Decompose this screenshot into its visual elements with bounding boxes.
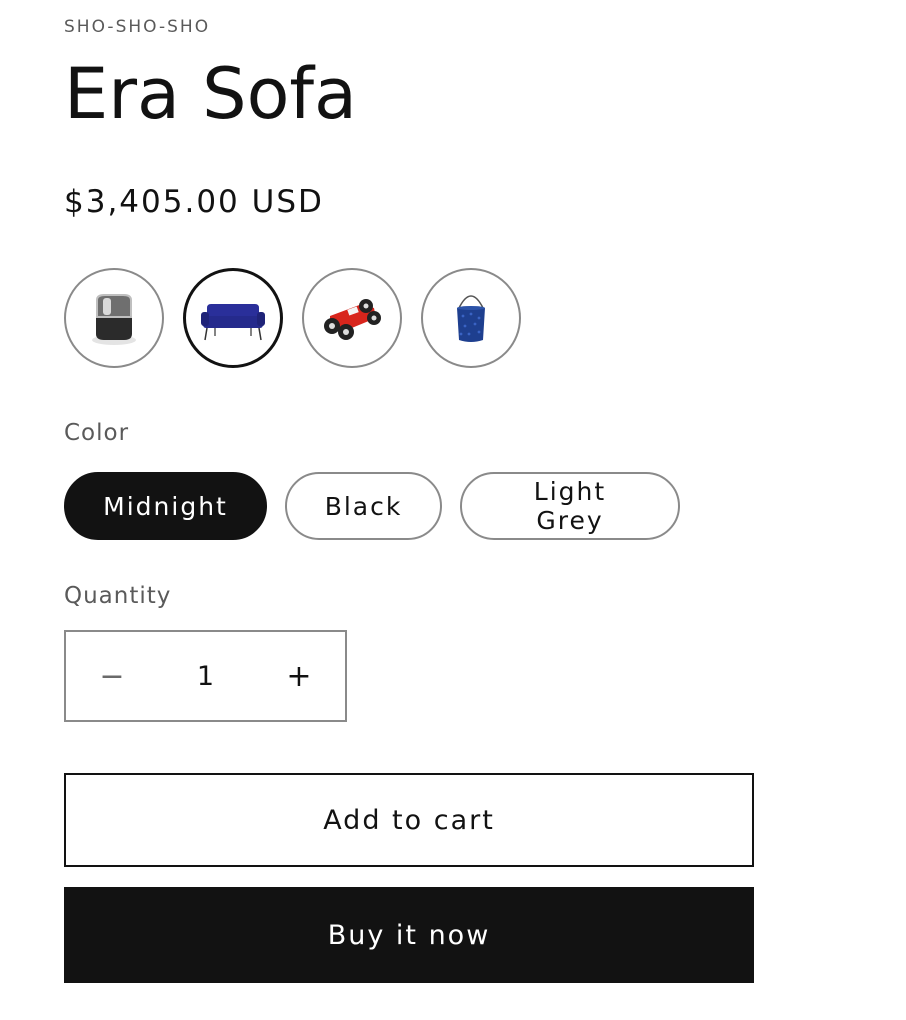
sofa-icon	[201, 304, 265, 341]
buy-it-now-button[interactable]: Buy it now	[64, 887, 754, 983]
color-option-light-grey[interactable]: Light Grey	[460, 472, 680, 540]
product-price: $3,405.00 USD	[64, 184, 324, 220]
quantity-decrement-button[interactable]: −	[66, 632, 158, 720]
color-label: Color	[64, 420, 130, 446]
basket-icon	[457, 295, 485, 342]
toy-race-car-icon	[324, 299, 381, 340]
speaker-icon	[92, 294, 136, 345]
thumbnail-toy-car[interactable]	[302, 268, 402, 368]
product-vendor: SHO-SHO-SHO	[64, 17, 211, 37]
color-option-midnight[interactable]: Midnight	[64, 472, 267, 540]
color-options: Midnight Black Light Grey	[64, 472, 680, 540]
color-option-black[interactable]: Black	[285, 472, 442, 540]
quantity-input[interactable]: 1	[158, 661, 253, 692]
quantity-label: Quantity	[64, 583, 172, 609]
thumbnail-basket[interactable]	[421, 268, 521, 368]
product-title: Era Sofa	[64, 53, 357, 135]
thumbnail-sofa[interactable]	[183, 268, 283, 368]
add-to-cart-button[interactable]: Add to cart	[64, 773, 754, 867]
variant-thumbnails	[64, 268, 521, 368]
thumbnail-speaker[interactable]	[64, 268, 164, 368]
quantity-increment-button[interactable]: +	[253, 632, 345, 720]
quantity-stepper: − 1 +	[64, 630, 347, 722]
